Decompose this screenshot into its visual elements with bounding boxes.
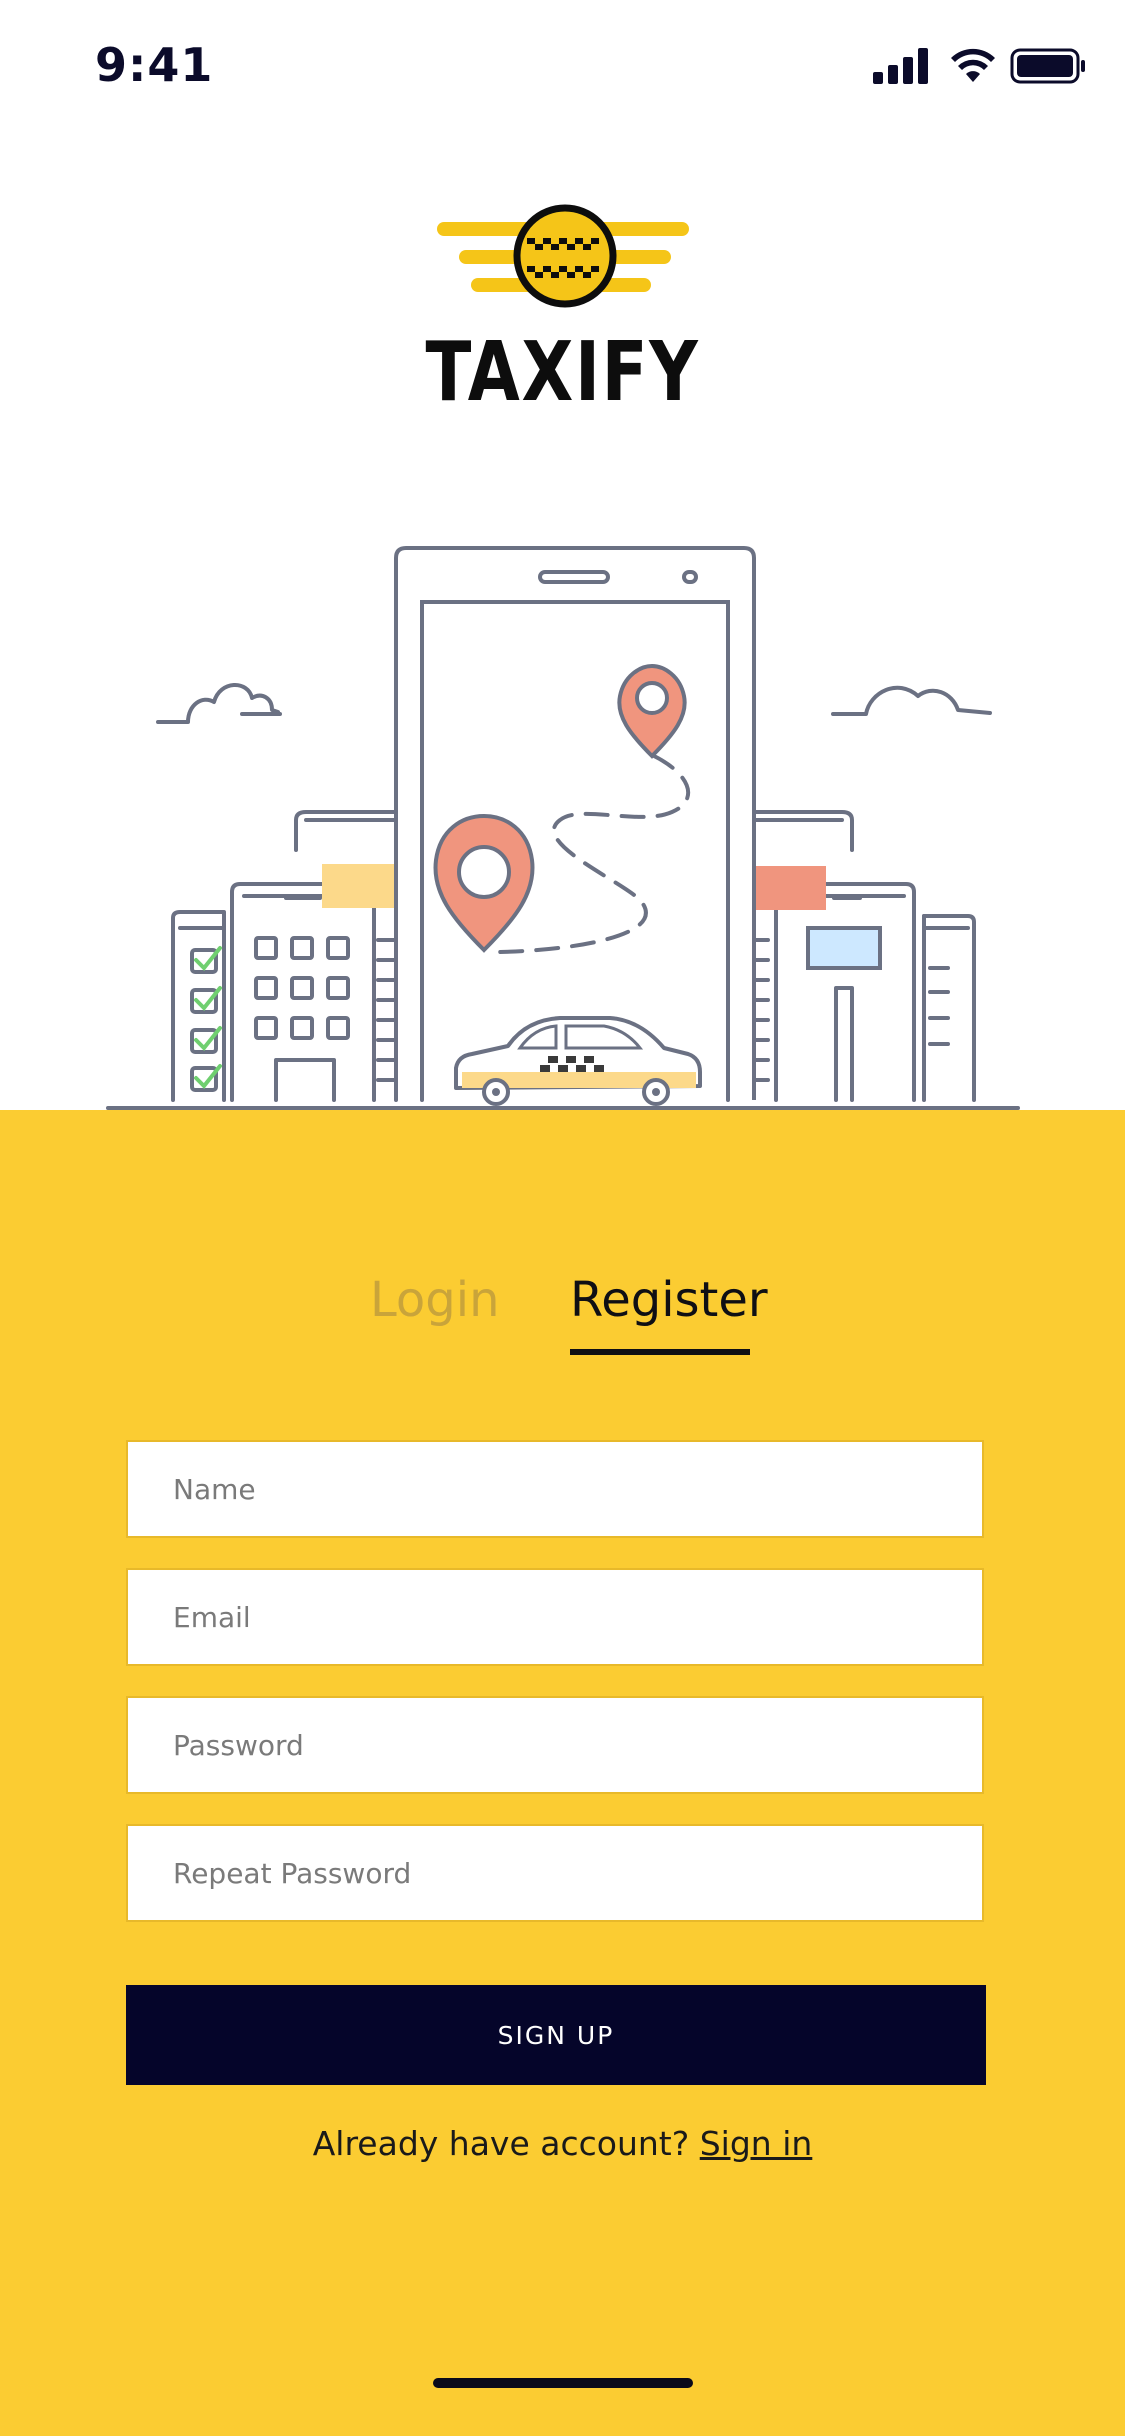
sign-up-button[interactable]: SIGN UP <box>126 1985 986 2085</box>
email-field[interactable] <box>126 1568 984 1666</box>
city-taxi-illustration <box>106 546 1020 1110</box>
account-prompt-text: Already have account? <box>312 2124 690 2163</box>
auth-tabs: Login Register <box>0 1262 1125 1362</box>
password-field[interactable] <box>126 1696 984 1794</box>
wifi-icon <box>951 48 995 82</box>
cloud-left <box>156 683 280 724</box>
taxi-logo-icon <box>437 204 689 308</box>
building-right-back <box>750 810 854 852</box>
name-field[interactable] <box>126 1440 984 1538</box>
tab-login[interactable]: Login <box>370 1272 500 1328</box>
status-bar: 9:41 <box>0 0 1125 132</box>
home-indicator[interactable] <box>433 2378 693 2388</box>
battery-icon <box>1010 48 1085 84</box>
tab-register[interactable]: Register <box>570 1272 768 1328</box>
sign-in-link[interactable]: Sign in <box>700 2124 813 2163</box>
status-time: 9:41 <box>95 38 214 92</box>
cellular-signal-icon <box>873 48 928 84</box>
account-prompt-line: Already have account? Sign in <box>0 2124 1125 2163</box>
building-right-front <box>774 882 916 1102</box>
building-left-front <box>230 882 376 1102</box>
building-far-right <box>922 914 976 1102</box>
brand-name: TAXIFY <box>425 325 700 420</box>
active-tab-indicator <box>570 1349 750 1355</box>
repeat-password-field[interactable] <box>126 1824 984 1922</box>
cloud-right <box>831 685 992 716</box>
